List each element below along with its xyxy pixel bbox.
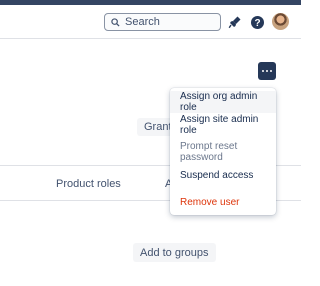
search-icon	[111, 17, 120, 27]
svg-text:?: ?	[254, 18, 260, 29]
menu-item-suspend-access[interactable]: Suspend access	[170, 164, 276, 186]
column-header-product-roles[interactable]: Product roles	[56, 178, 121, 190]
menu-item-remove-user[interactable]: Remove user	[170, 191, 276, 213]
menu-item-assign-site-admin[interactable]: Assign site admin role	[170, 114, 276, 136]
help-icon[interactable]: ?	[249, 14, 265, 30]
avatar[interactable]	[272, 13, 289, 30]
menu-item-assign-org-admin[interactable]: Assign org admin role	[170, 91, 276, 113]
actions-dropdown-menu: Assign org admin role Assign site admin …	[170, 88, 276, 215]
app-header: Search ?	[0, 5, 301, 39]
menu-item-prompt-reset-password[interactable]: Prompt reset password	[170, 141, 276, 163]
notifications-icon[interactable]	[227, 14, 243, 30]
more-actions-button[interactable]	[258, 62, 276, 80]
search-input[interactable]: Search	[104, 13, 221, 31]
dot	[262, 70, 264, 72]
dot	[266, 70, 268, 72]
dot	[270, 70, 272, 72]
search-placeholder: Search	[125, 16, 160, 28]
add-to-groups-button[interactable]: Add to groups	[133, 243, 216, 262]
